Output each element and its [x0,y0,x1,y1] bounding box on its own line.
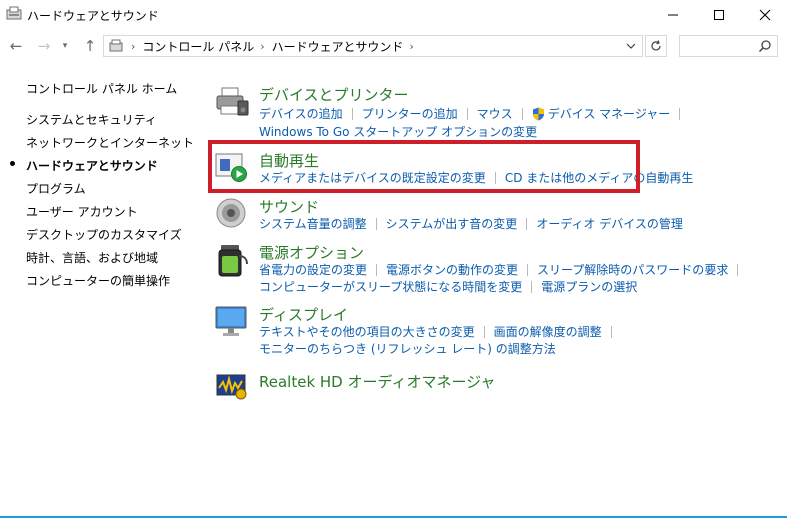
link-row: 省電力の設定の変更 電源ボタンの動作の変更 スリープ解除時のパスワードの要求 [259,261,747,278]
link-change-sleep-time[interactable]: コンピューターがスリープ状態になる時間を変更 [259,280,522,294]
link-separator [527,264,529,276]
breadcrumb-control-panel[interactable]: コントロール パネル [142,38,254,55]
link-separator [610,326,612,338]
arrow-left-icon: ← [9,37,23,55]
back-button[interactable]: ← [6,36,26,56]
minimize-icon [668,14,678,16]
monitor-icon [215,306,247,336]
link-adjust-system-volume[interactable]: システム音量の調整 [259,217,367,231]
link-add-printer[interactable]: プリンターの追加 [362,107,458,121]
category-title[interactable]: デバイスとプリンター [259,84,409,105]
link-row: モニターのちらつき (リフレッシュ レート) の調整方法 [259,340,556,357]
breadcrumb-hardware-and-sound[interactable]: ハードウェアとサウンド [272,38,404,55]
link-require-password-on-wake[interactable]: スリープ解除時のパスワードの要求 [537,263,728,277]
link-change-text-size[interactable]: テキストやその他の項目の大きさの変更 [259,325,475,339]
sidebar-item-hardware-sound: ハードウェアとサウンド [26,159,158,173]
address-bar[interactable]: › コントロール パネル › ハードウェアとサウンド › [103,35,643,57]
refresh-icon [651,40,661,51]
link-separator [375,218,377,230]
link-windows-to-go[interactable]: Windows To Go スタートアップ オプションの変更 [259,125,537,139]
forward-button[interactable]: → [34,36,54,56]
link-change-power-button-action[interactable]: 電源ボタンの動作の変更 [386,263,518,277]
sidebar-item-control-panel-home[interactable]: コントロール パネル ホーム [26,80,177,97]
maximize-button[interactable] [696,0,742,30]
link-separator [679,108,681,120]
link-choose-power-plan[interactable]: 電源プランの選択 [541,280,637,294]
close-icon [759,9,771,21]
control-panel-icon [109,39,123,52]
link-row: デバイスの追加 プリンターの追加 マウス デバイス マネージャー [259,105,689,122]
search-icon[interactable] [758,39,772,53]
search-box [679,35,778,57]
breadcrumb-separator[interactable]: › [260,40,264,53]
link-separator [466,108,468,120]
sidebar-item-ease-of-access[interactable]: コンピューターの簡単操作 [26,272,170,289]
category-title[interactable]: サウンド [259,196,319,217]
link-refresh-rate-howto[interactable]: モニターのちらつき (リフレッシュ レート) の調整方法 [259,342,556,356]
link-separator [351,108,353,120]
link-separator [737,264,739,276]
realtek-audio-icon [216,374,247,400]
link-mouse[interactable]: マウス [477,107,513,121]
search-input[interactable] [684,37,758,57]
link-row: システム音量の調整 システムが出す音の変更 オーディオ デバイスの管理 [259,215,683,232]
title-bar: ハードウェアとサウンド [0,0,787,30]
link-add-device[interactable]: デバイスの追加 [259,107,343,121]
control-panel-icon [6,6,22,20]
sidebar-item-user-accounts[interactable]: ユーザー アカウント [26,203,138,220]
navigation-bar: ← → ▾ ↑ › コントロール パネル › ハードウェアとサウンド › [0,32,787,60]
link-adjust-screen-resolution[interactable]: 画面の解像度の調整 [494,325,602,339]
breadcrumb-separator[interactable]: › [409,40,413,53]
link-separator [521,108,523,120]
link-separator [531,281,533,293]
link-change-system-sounds[interactable]: システムが出す音の変更 [386,217,518,231]
breadcrumb-separator: › [131,39,136,53]
link-row: テキストやその他の項目の大きさの変更 画面の解像度の調整 [259,323,621,340]
category-title[interactable]: ディスプレイ [259,304,348,325]
link-row: Windows To Go スタートアップ オプションの変更 [259,123,537,140]
minimize-button[interactable] [650,0,696,30]
highlight-box [208,140,640,193]
close-button[interactable] [742,0,787,30]
arrow-right-icon: → [37,37,51,55]
up-button[interactable]: ↑ [80,36,100,56]
sidebar-item-network-internet[interactable]: ネットワークとインターネット [26,134,194,151]
speaker-icon [216,198,246,228]
link-separator [526,218,528,230]
uac-shield-icon [532,107,544,121]
link-separator [483,326,485,338]
link-manage-audio-devices[interactable]: オーディオ デバイスの管理 [536,217,683,231]
sidebar-item-clock-region[interactable]: 時計、言語、および地域 [26,249,158,266]
link-row: コンピューターがスリープ状態になる時間を変更 電源プランの選択 [259,278,637,295]
chevron-down-icon: ▾ [62,41,68,51]
active-item-bullet [10,161,15,166]
window-title: ハードウェアとサウンド [27,9,159,23]
battery-icon [218,245,248,277]
arrow-up-icon: ↑ [83,37,97,55]
link-change-power-saving-settings[interactable]: 省電力の設定の変更 [259,263,367,277]
category-title[interactable]: 電源オプション [259,242,364,263]
refresh-button[interactable] [645,35,667,57]
address-dropdown-button[interactable] [622,38,640,54]
sidebar-item-programs[interactable]: プログラム [26,180,86,197]
sidebar-item-appearance[interactable]: デスクトップのカスタマイズ [26,226,182,243]
maximize-icon [714,10,724,20]
chevron-down-icon [626,43,636,49]
link-device-manager[interactable]: デバイス マネージャー [548,107,671,121]
recent-locations-button[interactable]: ▾ [58,36,72,56]
printer-icon [216,87,249,116]
sidebar-item-system-security[interactable]: システムとセキュリティ [26,111,157,128]
category-title[interactable]: Realtek HD オーディオマネージャ [259,371,495,392]
link-separator [376,264,378,276]
